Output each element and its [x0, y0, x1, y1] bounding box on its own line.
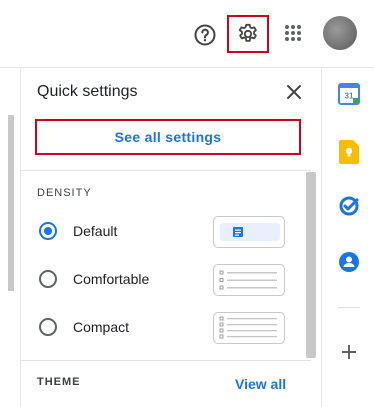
density-option-comfortable[interactable]: Comfortable [37, 264, 297, 296]
tasks-icon [339, 196, 359, 216]
add-icon [342, 345, 356, 359]
density-preview-compact [213, 312, 285, 344]
tasks-button[interactable] [336, 193, 362, 219]
help-button[interactable] [192, 22, 218, 48]
close-button[interactable] [285, 83, 303, 101]
calendar-button[interactable]: 31 [336, 81, 362, 107]
side-panel: 31 [321, 69, 374, 407]
radio-default[interactable] [39, 222, 57, 240]
panel-scrollbar[interactable] [306, 172, 316, 358]
keep-icon [339, 140, 359, 164]
density-option-default[interactable]: Default [37, 216, 297, 248]
main-content-edge [0, 69, 20, 407]
calendar-icon: 31 [338, 83, 360, 105]
settings-button[interactable] [227, 15, 269, 53]
apps-grid-icon [285, 25, 301, 41]
side-divider [338, 307, 360, 308]
close-icon [287, 85, 301, 99]
density-label: DENSITY [37, 187, 92, 199]
contacts-button[interactable] [336, 249, 362, 275]
top-bar [0, 0, 374, 68]
view-all-themes-link[interactable]: View all [235, 376, 286, 392]
theme-label: THEME [37, 376, 81, 388]
density-preview-comfortable [213, 264, 285, 296]
option-label: Default [73, 223, 118, 239]
density-preview-default [213, 216, 285, 248]
density-option-compact[interactable]: Compact [37, 312, 297, 344]
keep-button[interactable] [336, 139, 362, 165]
calendar-day: 31 [345, 92, 354, 101]
main-scrollbar[interactable] [8, 115, 14, 291]
contacts-icon [339, 252, 359, 272]
divider [21, 360, 311, 361]
radio-comfortable[interactable] [39, 270, 57, 288]
quick-settings-panel: Quick settings See all settings DENSITY … [20, 69, 318, 407]
add-apps-button[interactable] [336, 339, 362, 365]
option-label: Compact [73, 319, 130, 335]
see-all-settings-button[interactable]: See all settings [35, 119, 301, 155]
gear-icon [238, 23, 257, 42]
help-circle-icon [194, 24, 216, 46]
avatar[interactable] [323, 16, 357, 50]
panel-title: Quick settings [37, 83, 138, 100]
radio-compact[interactable] [39, 318, 57, 336]
apps-button[interactable] [282, 22, 304, 44]
option-label: Comfortable [73, 271, 150, 287]
divider [21, 170, 311, 171]
